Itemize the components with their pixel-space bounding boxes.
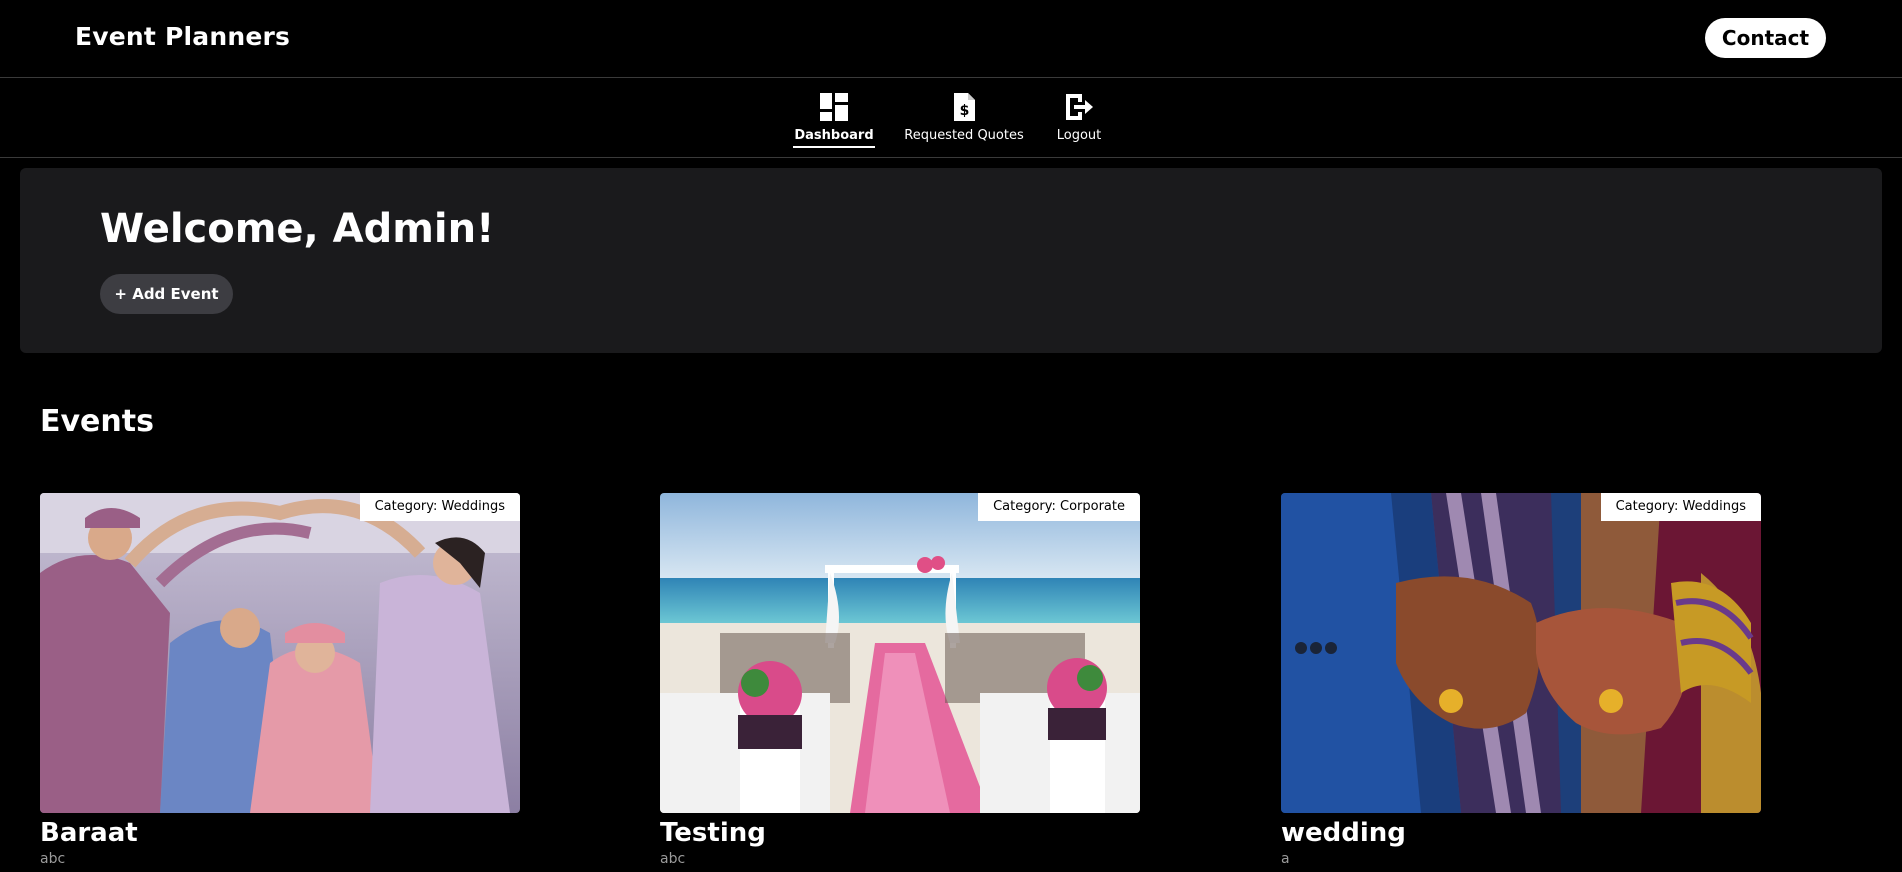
event-card[interactable]: Category: Weddings wedding a: [1281, 493, 1761, 867]
category-badge: Category: Weddings: [1600, 493, 1761, 521]
beach-ceremony-photo: [660, 493, 1140, 813]
event-card[interactable]: Category: Corporate Testing abc: [660, 493, 1140, 867]
top-bar: Event Planners Contact: [0, 0, 1902, 78]
brand-logo-text[interactable]: Event Planners: [75, 22, 290, 51]
welcome-heading: Welcome, Admin!: [100, 206, 495, 252]
nav-item-logout[interactable]: Logout: [1049, 91, 1109, 143]
event-title[interactable]: Baraat: [40, 817, 520, 849]
svg-text:$: $: [960, 103, 970, 119]
add-event-button[interactable]: + Add Event: [100, 274, 233, 314]
henna-hands-photo: [1281, 493, 1761, 813]
welcome-panel: Welcome, Admin! + Add Event: [20, 168, 1882, 353]
event-image-beach-ceremony[interactable]: Category: Corporate: [660, 493, 1140, 813]
active-tab-indicator: [793, 146, 875, 148]
nav-bar: Dashboard $ Requested Quotes Logout: [0, 79, 1902, 158]
events-heading: Events: [40, 404, 154, 439]
nav-label-logout: Logout: [1056, 128, 1102, 143]
category-badge: Category: Corporate: [978, 493, 1140, 521]
nav-item-requested-quotes[interactable]: $ Requested Quotes: [903, 91, 1025, 143]
nav-label-requested-quotes: Requested Quotes: [904, 128, 1024, 143]
logout-icon: [1066, 94, 1093, 120]
event-title[interactable]: wedding: [1281, 817, 1761, 849]
event-description: a: [1281, 851, 1290, 867]
event-description: abc: [660, 851, 686, 867]
nav-label-dashboard: Dashboard: [794, 128, 874, 143]
dashboard-icon: [820, 93, 848, 121]
event-image-henna-hands[interactable]: Category: Weddings: [1281, 493, 1761, 813]
wedding-arch-photo: [40, 493, 520, 813]
category-badge: Category: Weddings: [359, 493, 520, 521]
nav-item-dashboard[interactable]: Dashboard: [793, 91, 875, 148]
event-title[interactable]: Testing: [660, 817, 1140, 849]
event-description: abc: [40, 851, 66, 867]
contact-button[interactable]: Contact: [1705, 18, 1826, 58]
event-image-wedding-arch[interactable]: Category: Weddings: [40, 493, 520, 813]
event-card[interactable]: Category: Weddings Baraat abc: [40, 493, 520, 867]
quote-document-icon: $: [954, 93, 975, 121]
